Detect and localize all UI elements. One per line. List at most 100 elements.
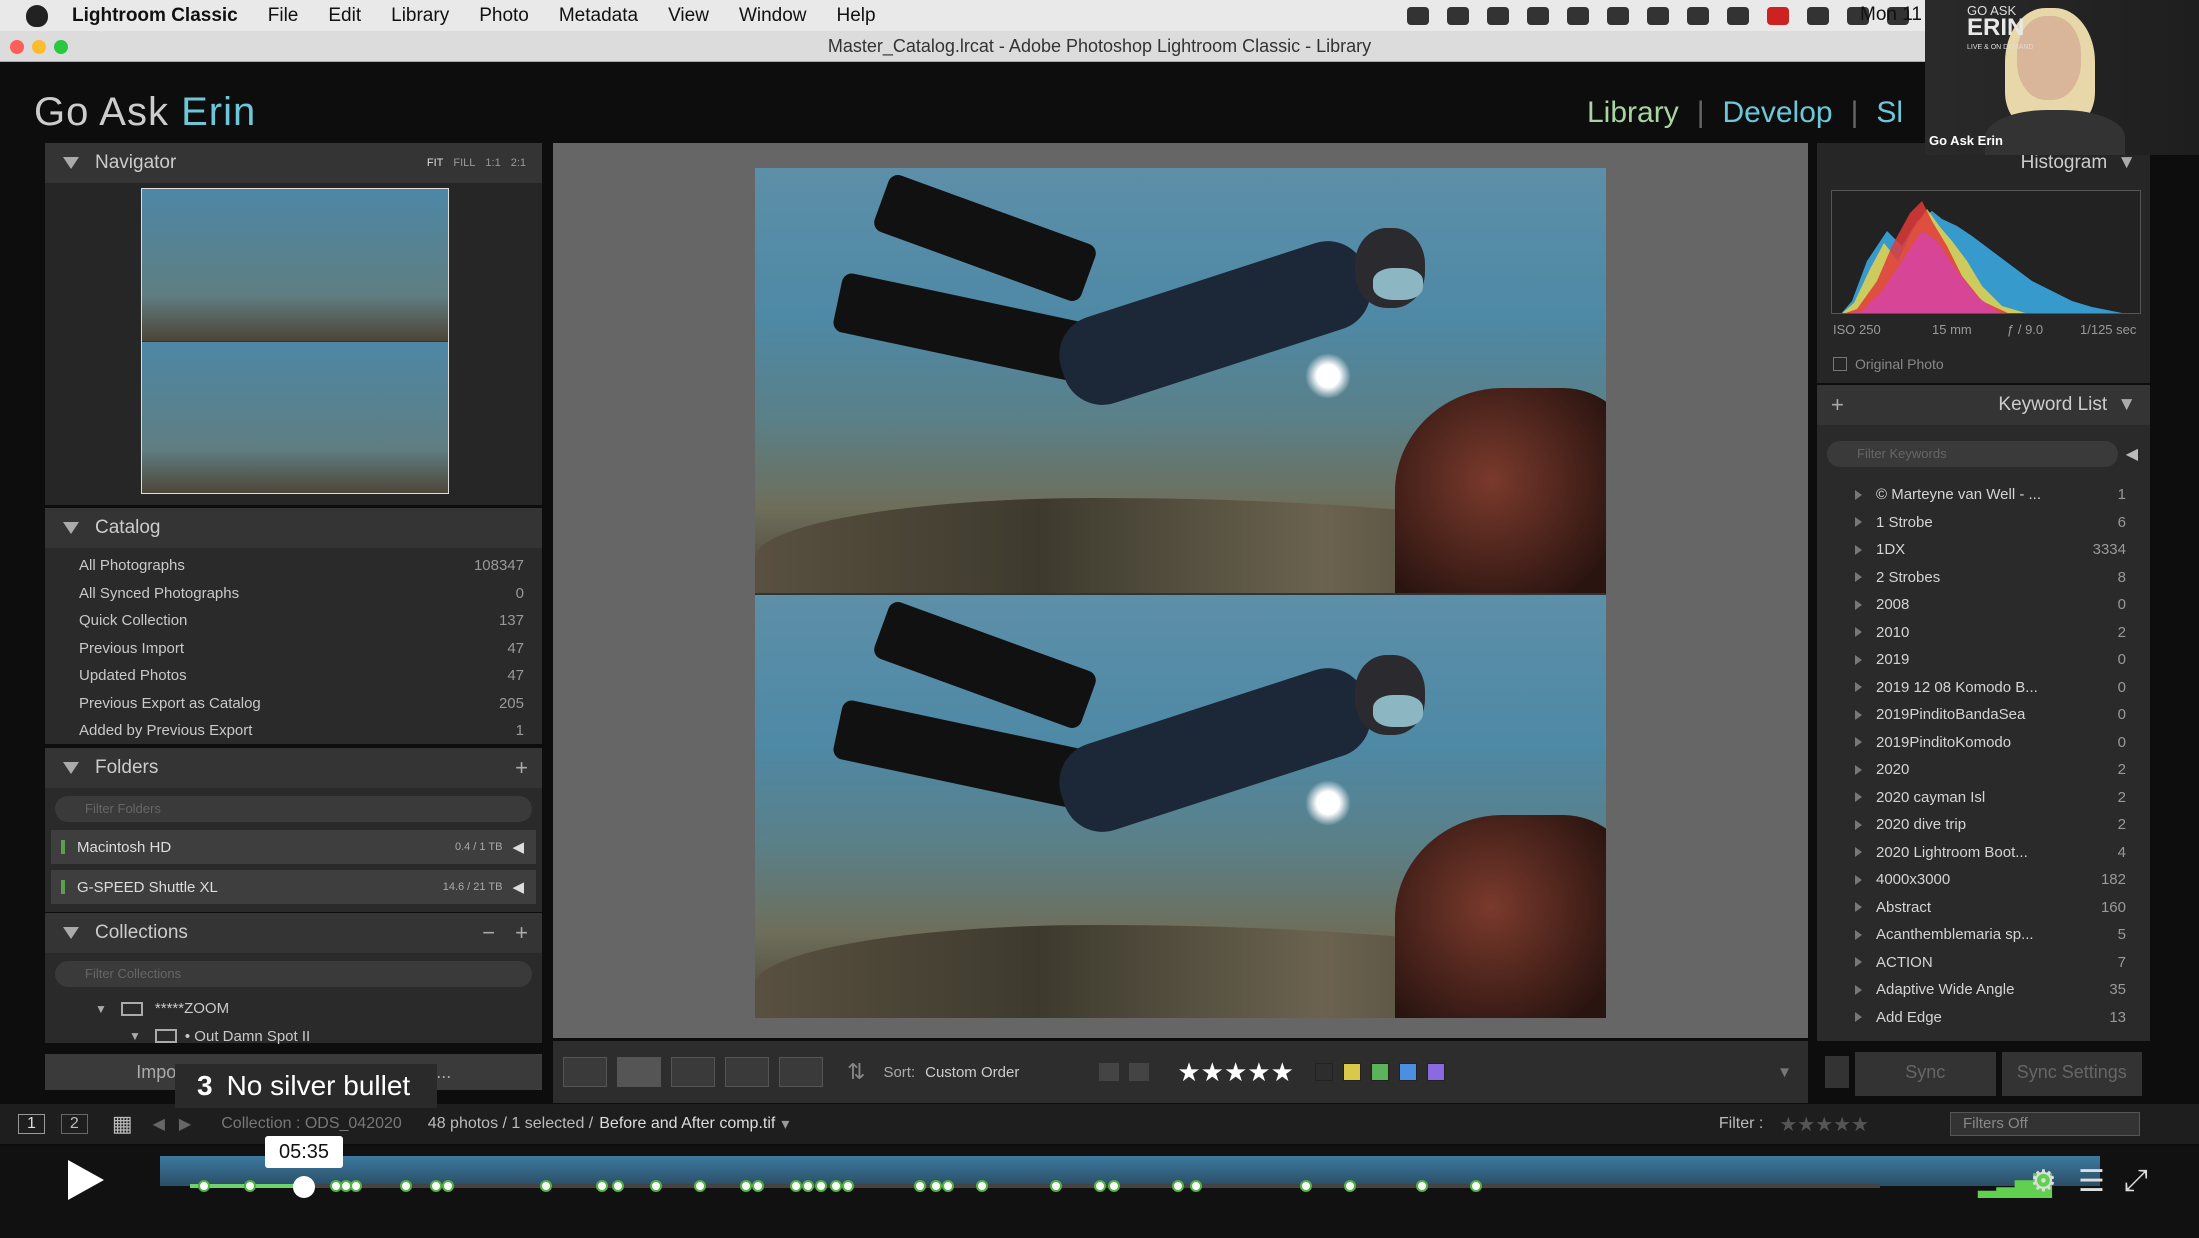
folders-filter-input[interactable]: Filter Folders: [55, 796, 532, 822]
volume-gspeed[interactable]: G-SPEED Shuttle XL 14.6 / 21 TB ◀: [51, 870, 536, 904]
reject-flag-icon[interactable]: [1129, 1063, 1150, 1081]
label-blue-swatch[interactable]: [1398, 1063, 1417, 1081]
chapter-marker[interactable]: [400, 1180, 412, 1192]
collections-header[interactable]: Collections − +: [45, 913, 542, 953]
app-menu[interactable]: Lightroom Classic: [72, 5, 238, 27]
sort-direction-icon[interactable]: ⇅: [847, 1059, 865, 1085]
flag-icon[interactable]: [1099, 1063, 1120, 1081]
expand-keyword-icon[interactable]: [1855, 764, 1862, 775]
expand-keyword-icon[interactable]: [1855, 984, 1862, 995]
chapters-list-icon[interactable]: ☰: [2078, 1164, 2105, 1199]
keyword-filter-toggle-icon[interactable]: ◀: [2126, 444, 2138, 464]
second-window-button[interactable]: 2: [60, 1114, 88, 1134]
chapter-marker[interactable]: [350, 1180, 362, 1192]
apple-icon[interactable]: [26, 4, 48, 27]
chapter-marker[interactable]: [830, 1180, 842, 1192]
expand-keyword-icon[interactable]: [1855, 709, 1862, 720]
menu-metadata[interactable]: Metadata: [559, 5, 638, 27]
menu-window[interactable]: Window: [739, 5, 807, 27]
chapter-marker[interactable]: [942, 1180, 954, 1192]
keyword-item[interactable]: Add Edge 13: [1817, 1004, 2150, 1032]
battery-icon[interactable]: [1727, 6, 1749, 25]
expand-keyword-icon[interactable]: [1855, 572, 1862, 583]
filmstrip-source[interactable]: Collection : ODS_042020: [221, 1115, 402, 1133]
chapter-marker[interactable]: [596, 1180, 608, 1192]
menu-library[interactable]: Library: [391, 5, 449, 27]
add-folder-icon[interactable]: +: [515, 755, 528, 781]
original-photo-checkbox[interactable]: Original Photo: [1833, 356, 1944, 372]
loupe-view-button[interactable]: [617, 1057, 661, 1087]
keyword-item[interactable]: Adaptive Wide Angle 35: [1817, 976, 2150, 1004]
sync-icon[interactable]: [1447, 6, 1469, 25]
chapter-marker[interactable]: [650, 1180, 662, 1192]
chapter-marker[interactable]: [752, 1180, 764, 1192]
expand-keyword-icon[interactable]: [1855, 957, 1862, 968]
keyword-item[interactable]: 2019 0: [1817, 646, 2150, 674]
expand-keyword-icon[interactable]: [1855, 489, 1862, 500]
menu-help[interactable]: Help: [837, 5, 876, 27]
chapter-marker[interactable]: [1416, 1180, 1428, 1192]
keyword-item[interactable]: 2020 Lightroom Boot... 4: [1817, 839, 2150, 867]
keyword-item[interactable]: 2019PinditoBandaSea 0: [1817, 701, 2150, 729]
navigator-header[interactable]: Navigator FIT FILL 1:1 2:1: [45, 143, 542, 183]
airplay-icon[interactable]: [1807, 6, 1829, 25]
collection-set-zoom[interactable]: ▼ *****ZOOM: [45, 995, 542, 1023]
keyword-filter-input[interactable]: Filter Keywords: [1827, 441, 2118, 467]
chapter-marker[interactable]: [1300, 1180, 1312, 1192]
collections-filter-input[interactable]: Filter Collections: [55, 961, 532, 987]
chapter-marker[interactable]: [815, 1180, 827, 1192]
collapse-triangle-icon[interactable]: [63, 522, 79, 534]
collapse-triangle-icon[interactable]: ▼: [2117, 152, 2136, 174]
chapter-marker[interactable]: [198, 1180, 210, 1192]
chapter-marker[interactable]: [1094, 1180, 1106, 1192]
keyword-item[interactable]: 2019 12 08 Komodo B... 0: [1817, 674, 2150, 702]
expand-keyword-icon[interactable]: [1855, 682, 1862, 693]
main-window-button[interactable]: 1: [18, 1114, 45, 1134]
keyword-item[interactable]: 2020 dive trip 2: [1817, 811, 2150, 839]
expand-keyword-icon[interactable]: [1855, 902, 1862, 913]
keyword-item[interactable]: 2008 0: [1817, 591, 2150, 619]
survey-view-button[interactable]: [725, 1057, 769, 1087]
catalog-item[interactable]: Previous Export as Catalog 205: [45, 690, 542, 718]
catalog-header[interactable]: Catalog: [45, 508, 542, 548]
menu-file[interactable]: File: [268, 5, 299, 27]
record-icon[interactable]: [1767, 6, 1789, 25]
module-library[interactable]: Library: [1587, 96, 1679, 130]
bluetooth-icon[interactable]: [1647, 6, 1669, 25]
catalog-item[interactable]: Previous Import 47: [45, 635, 542, 663]
chapter-marker[interactable]: [802, 1180, 814, 1192]
chapter-marker[interactable]: [1050, 1180, 1062, 1192]
keyword-item[interactable]: 4000x3000 182: [1817, 866, 2150, 894]
expand-keyword-icon[interactable]: [1855, 517, 1862, 528]
collapse-triangle-icon[interactable]: ▼: [2117, 394, 2136, 416]
sync-button[interactable]: Sync: [1855, 1052, 1996, 1096]
remove-collection-icon[interactable]: −: [482, 920, 495, 946]
toolbar-options-icon[interactable]: ▼: [1777, 1064, 1792, 1081]
chapter-marker[interactable]: [430, 1180, 442, 1192]
before-after-photo[interactable]: [755, 168, 1606, 1018]
expand-keyword-icon[interactable]: [1855, 847, 1862, 858]
info-icon[interactable]: [1687, 6, 1709, 25]
chapter-marker[interactable]: [1190, 1180, 1202, 1192]
selected-filename[interactable]: Before and After comp.tif: [599, 1115, 775, 1133]
chapter-marker[interactable]: [740, 1180, 752, 1192]
chapter-marker[interactable]: [976, 1180, 988, 1192]
expand-keyword-icon[interactable]: [1855, 654, 1862, 665]
chapter-marker[interactable]: [244, 1180, 256, 1192]
expand-keyword-icon[interactable]: [1855, 874, 1862, 885]
zoom-fill[interactable]: FILL: [453, 157, 475, 169]
folders-header[interactable]: Folders +: [45, 748, 542, 788]
chapter-marker[interactable]: [1470, 1180, 1482, 1192]
expand-keyword-icon[interactable]: [1855, 929, 1862, 940]
menu-view[interactable]: View: [668, 5, 709, 27]
keyword-item[interactable]: 1 Strobe 6: [1817, 509, 2150, 537]
disclosure-triangle-icon[interactable]: ▼: [129, 1029, 141, 1043]
grid-icon[interactable]: ▦: [112, 1111, 133, 1137]
chapter-marker[interactable]: [1344, 1180, 1356, 1192]
label-red-swatch[interactable]: [1314, 1063, 1333, 1081]
chapter-marker[interactable]: [540, 1180, 552, 1192]
chapter-marker[interactable]: [1172, 1180, 1184, 1192]
auto-sync-toggle[interactable]: [1825, 1056, 1849, 1088]
forward-arrow-icon[interactable]: ▶: [179, 1114, 191, 1134]
expand-keyword-icon[interactable]: [1855, 544, 1862, 555]
